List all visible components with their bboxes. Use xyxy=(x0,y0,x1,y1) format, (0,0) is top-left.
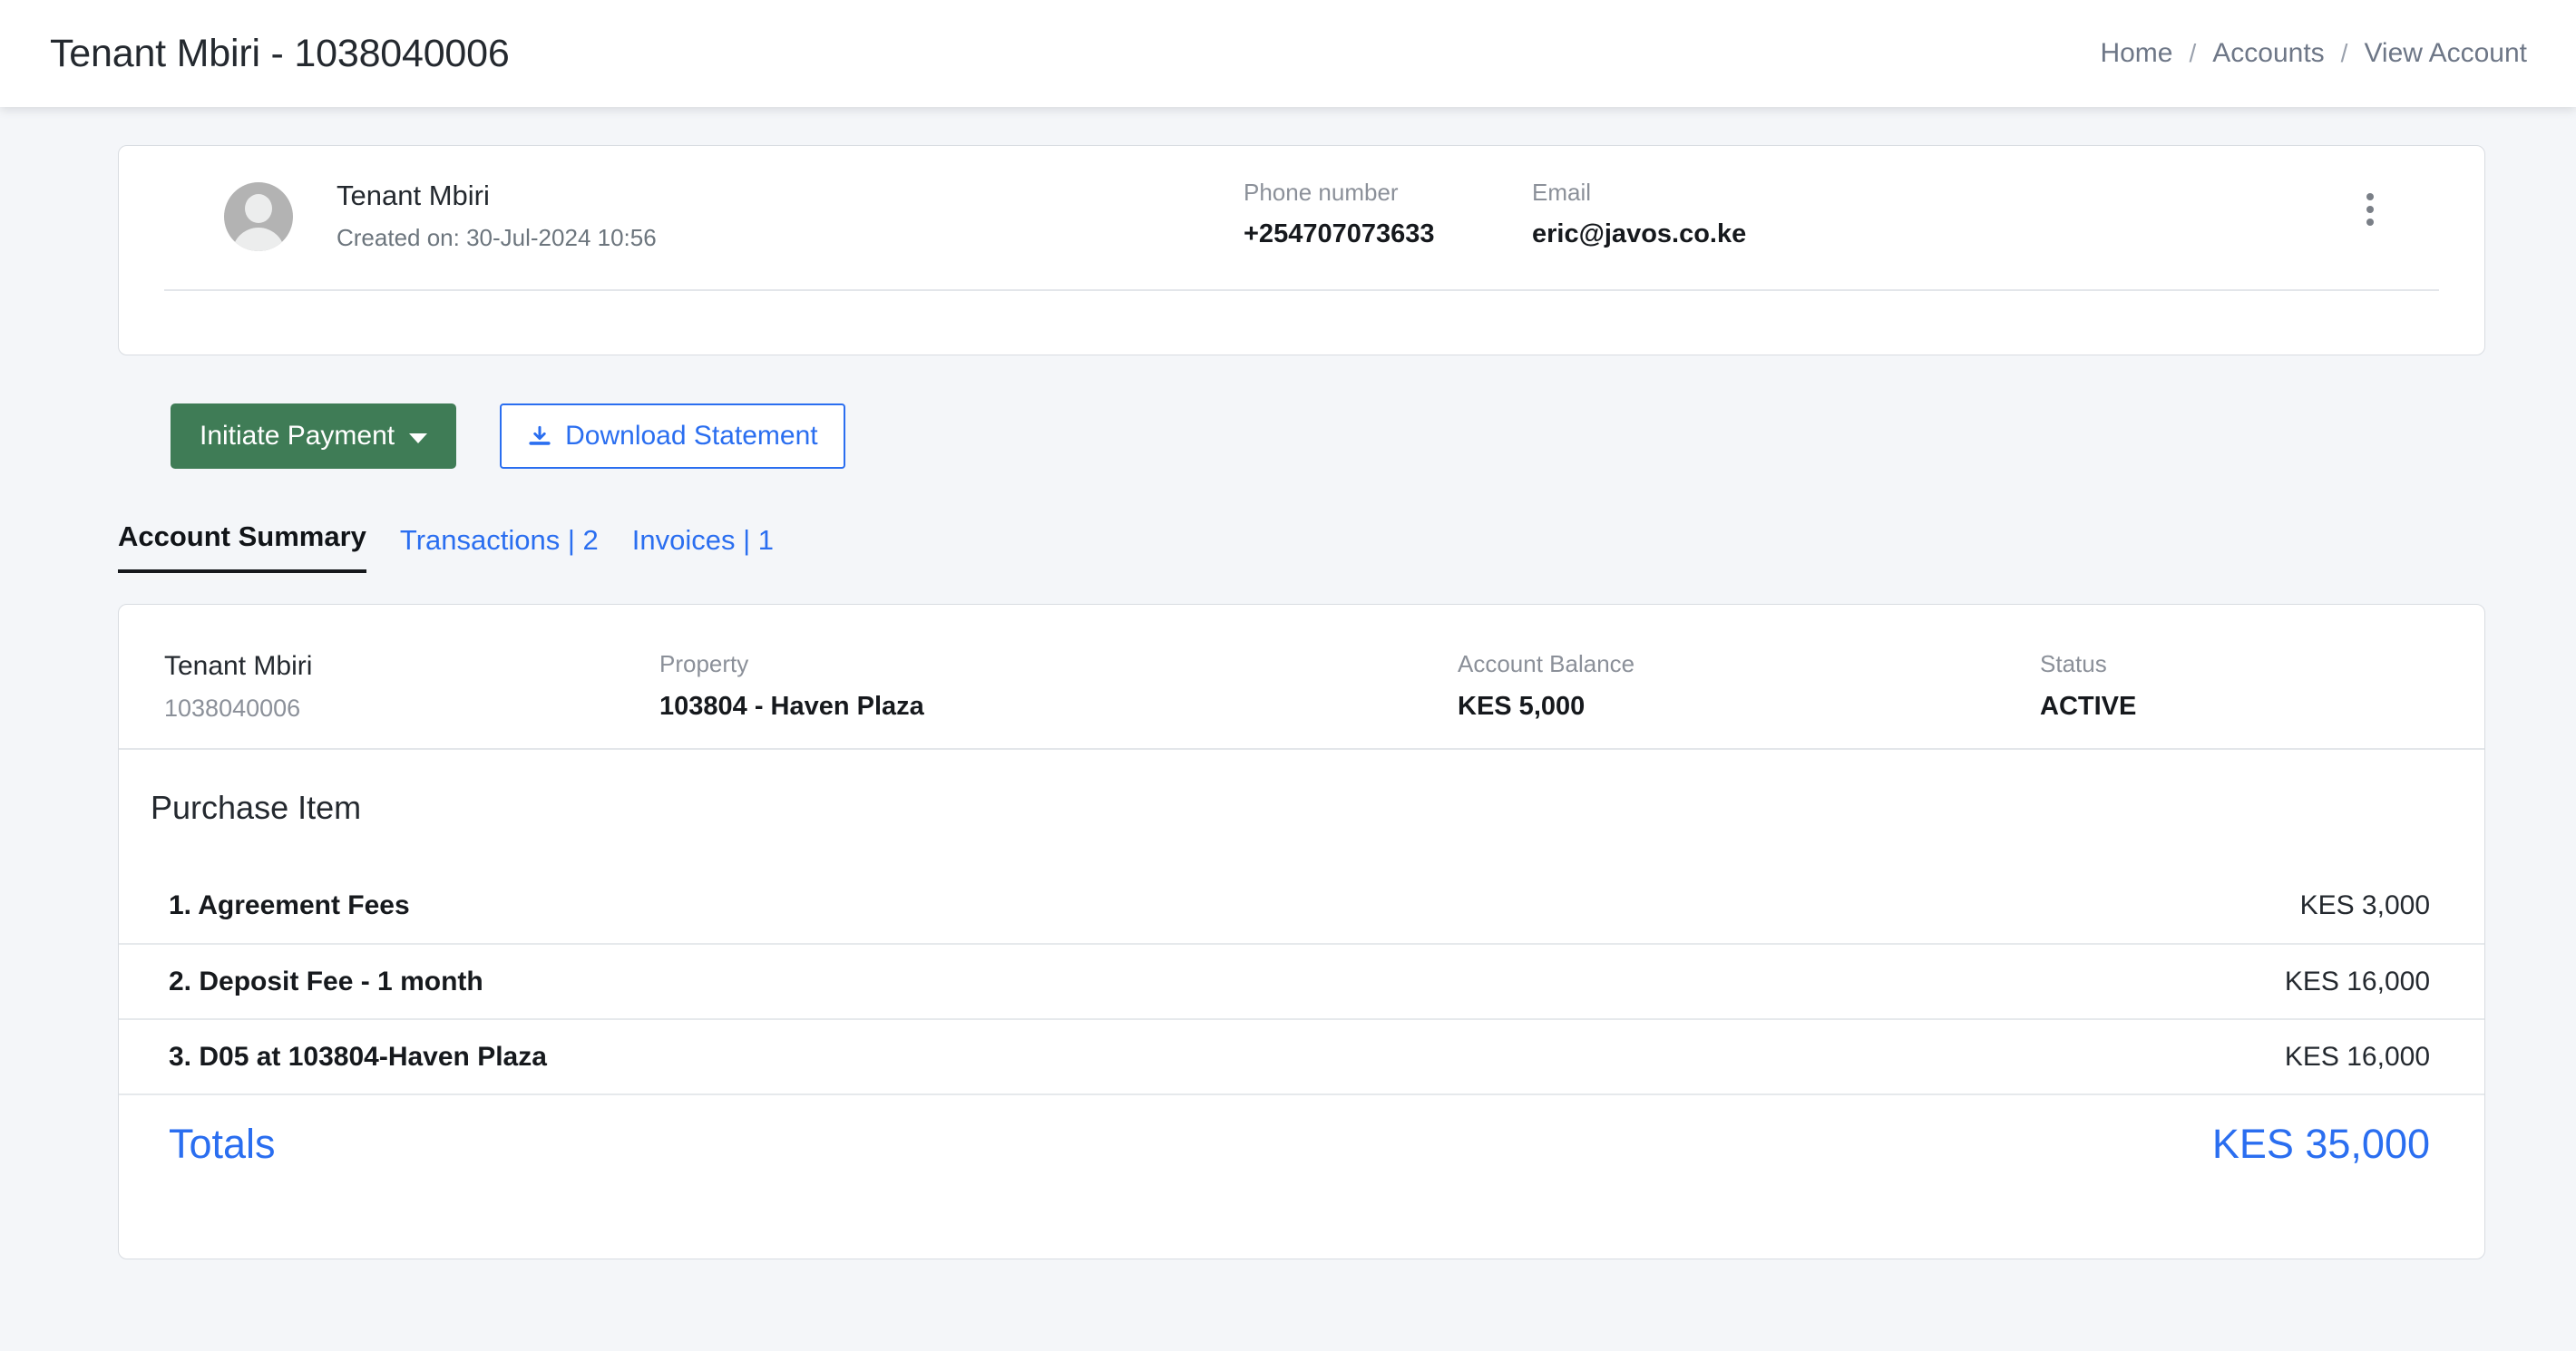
account-balance-value: KES 5,000 xyxy=(1458,692,1586,722)
list-item: 3. D05 at 103804-Haven Plaza KES 16,000 xyxy=(119,1018,2484,1093)
user-avatar-icon xyxy=(224,182,293,251)
account-summary-header: Tenant Mbiri 1038040006 Property 103804 … xyxy=(119,605,2484,750)
profile-name: Tenant Mbiri xyxy=(337,180,490,211)
purchase-item-name: 2. Deposit Fee - 1 month xyxy=(169,966,483,996)
profile-identity: Tenant Mbiri Created on: 30-Jul-2024 10:… xyxy=(337,179,657,252)
list-item: 1. Agreement Fees KES 3,000 xyxy=(119,868,2484,943)
phone-field: Phone number +254707073633 xyxy=(1244,179,1434,249)
email-value: eric@javos.co.ke xyxy=(1532,219,1747,249)
tab-transactions[interactable]: Transactions | 2 xyxy=(400,524,599,573)
totals-label: Totals xyxy=(169,1121,276,1167)
purchase-item-heading: Purchase Item xyxy=(151,789,362,826)
email-label: Email xyxy=(1532,179,1592,206)
property-value: 103804 - Haven Plaza xyxy=(659,692,924,722)
email-field: Email eric@javos.co.ke xyxy=(1532,179,1746,249)
account-summary-card: Tenant Mbiri 1038040006 Property 103804 … xyxy=(118,604,2485,1259)
breadcrumb-separator: / xyxy=(2340,39,2348,67)
purchase-item-name: 1. Agreement Fees xyxy=(169,889,410,920)
tab-bar: Account Summary Transactions | 2 Invoice… xyxy=(118,520,2522,573)
purchase-item-name: 3. D05 at 103804-Haven Plaza xyxy=(169,1041,547,1072)
action-bar: Initiate Payment Download Statement xyxy=(118,403,2522,469)
app-header: Tenant Mbiri - 1038040006 Home / Account… xyxy=(0,0,2576,107)
download-statement-label: Download Statement xyxy=(565,421,818,451)
status-field: Status ACTIVE xyxy=(2040,650,2136,722)
breadcrumb-item-current: View Account xyxy=(2364,38,2527,68)
download-statement-button[interactable]: Download Statement xyxy=(500,403,845,469)
purchase-item-amount: KES 3,000 xyxy=(2299,889,2430,920)
download-icon xyxy=(527,423,552,449)
kebab-dot xyxy=(2366,193,2374,200)
profile-created-on: Created on: 30-Jul-2024 10:56 xyxy=(337,224,657,252)
chevron-down-icon xyxy=(409,433,428,443)
totals-value: KES 35,000 xyxy=(2211,1121,2430,1167)
breadcrumb: Home / Accounts / View Account xyxy=(2100,38,2549,69)
profile-row: Tenant Mbiri Created on: 30-Jul-2024 10:… xyxy=(164,146,2439,291)
kebab-menu-icon[interactable] xyxy=(2363,190,2377,229)
account-number: 1038040006 xyxy=(164,695,301,722)
tab-account-summary[interactable]: Account Summary xyxy=(118,520,366,573)
tab-invoices[interactable]: Invoices | 1 xyxy=(632,524,774,573)
profile-card: Tenant Mbiri Created on: 30-Jul-2024 10:… xyxy=(118,145,2485,355)
page-title: Tenant Mbiri - 1038040006 xyxy=(50,31,510,75)
phone-label: Phone number xyxy=(1244,179,1399,206)
status-label: Status xyxy=(2040,650,2107,677)
initiate-payment-label: Initiate Payment xyxy=(200,421,395,451)
initiate-payment-button[interactable]: Initiate Payment xyxy=(171,403,457,469)
status-badge: ACTIVE xyxy=(2040,692,2137,722)
purchase-item-amount: KES 16,000 xyxy=(2284,966,2430,996)
avatar-body-shape xyxy=(232,228,285,251)
purchase-item-list: 1. Agreement Fees KES 3,000 2. Deposit F… xyxy=(119,868,2484,1193)
list-item: 2. Deposit Fee - 1 month KES 16,000 xyxy=(119,943,2484,1018)
account-balance-field: Account Balance KES 5,000 xyxy=(1458,650,1634,722)
account-identity: Tenant Mbiri 1038040006 xyxy=(164,650,312,723)
totals-row: Totals KES 35,000 xyxy=(119,1093,2484,1193)
breadcrumb-separator: / xyxy=(2189,39,2197,67)
breadcrumb-item-home[interactable]: Home xyxy=(2100,38,2172,69)
account-balance-label: Account Balance xyxy=(1458,650,1635,677)
property-field: Property 103804 - Haven Plaza xyxy=(659,650,924,722)
kebab-dot xyxy=(2366,206,2374,213)
account-name: Tenant Mbiri xyxy=(164,651,313,681)
purchase-item-amount: KES 16,000 xyxy=(2284,1041,2430,1072)
card-bottom-spacer xyxy=(119,1193,2484,1259)
breadcrumb-item-accounts[interactable]: Accounts xyxy=(2212,38,2324,69)
kebab-dot xyxy=(2366,219,2374,226)
property-label: Property xyxy=(659,650,749,677)
avatar-head-shape xyxy=(245,194,272,223)
phone-value: +254707073633 xyxy=(1244,219,1435,249)
page-body: Tenant Mbiri Created on: 30-Jul-2024 10:… xyxy=(0,107,2576,1259)
